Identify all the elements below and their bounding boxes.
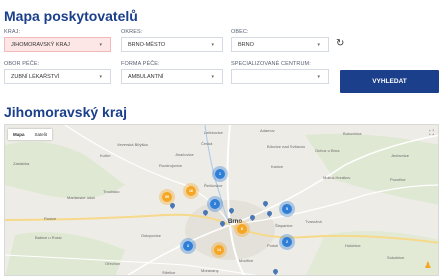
map-cluster[interactable]: 14	[214, 245, 224, 255]
chevron-down-icon: ▾	[99, 42, 102, 48]
map-cluster[interactable]: 2	[210, 199, 220, 209]
centrum-label: SPECIALIZOVANÉ CENTRUM:	[231, 61, 311, 67]
map-place: Moravany	[201, 268, 219, 273]
map-cluster[interactable]: 3	[183, 241, 193, 251]
chevron-down-icon: ▾	[99, 74, 102, 80]
kraj-label: KRAJ:	[4, 29, 21, 35]
map-place: Kuřim	[100, 153, 111, 158]
search-button[interactable]: VYHLEDAT	[340, 70, 439, 93]
map-place: Jinačovice	[175, 152, 194, 157]
map-place: Veverská Bítýška	[117, 142, 148, 147]
map-cluster[interactable]: 5	[282, 204, 292, 214]
kraj-value: JIHOMORAVSKÝ KRAJ	[11, 41, 70, 48]
obec-select[interactable]: BRNO ▾	[231, 37, 329, 52]
map-place: Ochoz u Brna	[315, 148, 340, 153]
obec-label: OBEC:	[231, 29, 249, 35]
provider-map[interactable]: Mapa Satelit ⛶ Lelekovice Adamov Bukovin…	[4, 124, 439, 276]
map-place: Mokrá-Horákov	[323, 175, 351, 180]
page-title: Mapa poskytovatelů	[4, 8, 138, 24]
map-place: Rozdrojovice	[159, 163, 183, 168]
map-place: Mariánské údolí	[67, 195, 96, 200]
map-cluster[interactable]: 1	[215, 169, 225, 179]
map-place: Sokolnice	[387, 255, 405, 260]
street-view-pegman-icon[interactable]: ♟	[424, 260, 432, 271]
map-cluster[interactable]: 59	[162, 192, 172, 202]
map-place: Adamov	[260, 128, 275, 133]
forma-label: FORMA PÉČE:	[121, 61, 160, 67]
map-type-satelit[interactable]: Satelit	[30, 129, 53, 140]
map-place: Podolí	[267, 243, 279, 248]
map-place: Zastávka	[13, 161, 30, 166]
kraj-select[interactable]: JIHOMORAVSKÝ KRAJ ▾	[4, 37, 111, 52]
map-place: Střelice	[162, 270, 176, 275]
map-place: Tvarožná	[305, 219, 322, 224]
map-place: Kanice	[271, 164, 284, 169]
map-place: Jedovnice	[391, 153, 410, 158]
map-cluster[interactable]: 2	[282, 237, 292, 247]
map-place: Rosice	[44, 216, 57, 221]
okres-select[interactable]: BRNO-MĚSTO ▾	[121, 37, 223, 52]
map-place: Řečkovice	[204, 183, 223, 188]
chevron-down-icon: ▾	[211, 42, 214, 48]
map-place: Pozořice	[390, 177, 406, 182]
map-place: Troubsko	[103, 189, 120, 194]
chevron-down-icon: ▾	[317, 74, 320, 80]
region-title: Jihomoravský kraj	[4, 104, 127, 120]
chevron-down-icon: ▾	[317, 42, 320, 48]
obor-label: OBOR PÉČE:	[4, 61, 40, 67]
map-cluster[interactable]: 16	[186, 186, 196, 196]
map-place: Ostopovice	[141, 233, 162, 238]
map-place: Lelekovice	[204, 130, 223, 135]
chevron-down-icon: ▾	[211, 74, 214, 80]
forma-value: AMBULANTNÍ	[128, 73, 164, 80]
map-type-mapa[interactable]: Mapa	[8, 129, 30, 140]
map-cluster[interactable]: 8	[237, 224, 247, 234]
map-place: Šlapanice	[275, 223, 293, 228]
fullscreen-icon[interactable]: ⛶	[429, 130, 434, 138]
map-place: Ořechov	[105, 261, 121, 266]
obor-select[interactable]: ZUBNÍ LÉKAŘSTVÍ ▾	[4, 69, 111, 84]
obec-value: BRNO	[238, 41, 254, 48]
reset-icon[interactable]: ↻	[336, 38, 344, 49]
okres-value: BRNO-MĚSTO	[128, 41, 166, 48]
obor-value: ZUBNÍ LÉKAŘSTVÍ	[11, 73, 60, 80]
map-type-switch[interactable]: Mapa Satelit	[8, 129, 53, 140]
map-place: Bílovice nad Svitavou	[267, 144, 306, 149]
centrum-select[interactable]: ▾	[231, 69, 329, 84]
map-place: Holubice	[345, 243, 361, 248]
map-place: Modřice	[239, 258, 254, 263]
map-place: Česká	[201, 141, 213, 146]
map-place: Bukovinka	[343, 131, 362, 136]
forma-select[interactable]: AMBULANTNÍ ▾	[121, 69, 223, 84]
okres-label: OKRES:	[121, 29, 143, 35]
map-place: Babice u Rosic	[35, 235, 62, 240]
